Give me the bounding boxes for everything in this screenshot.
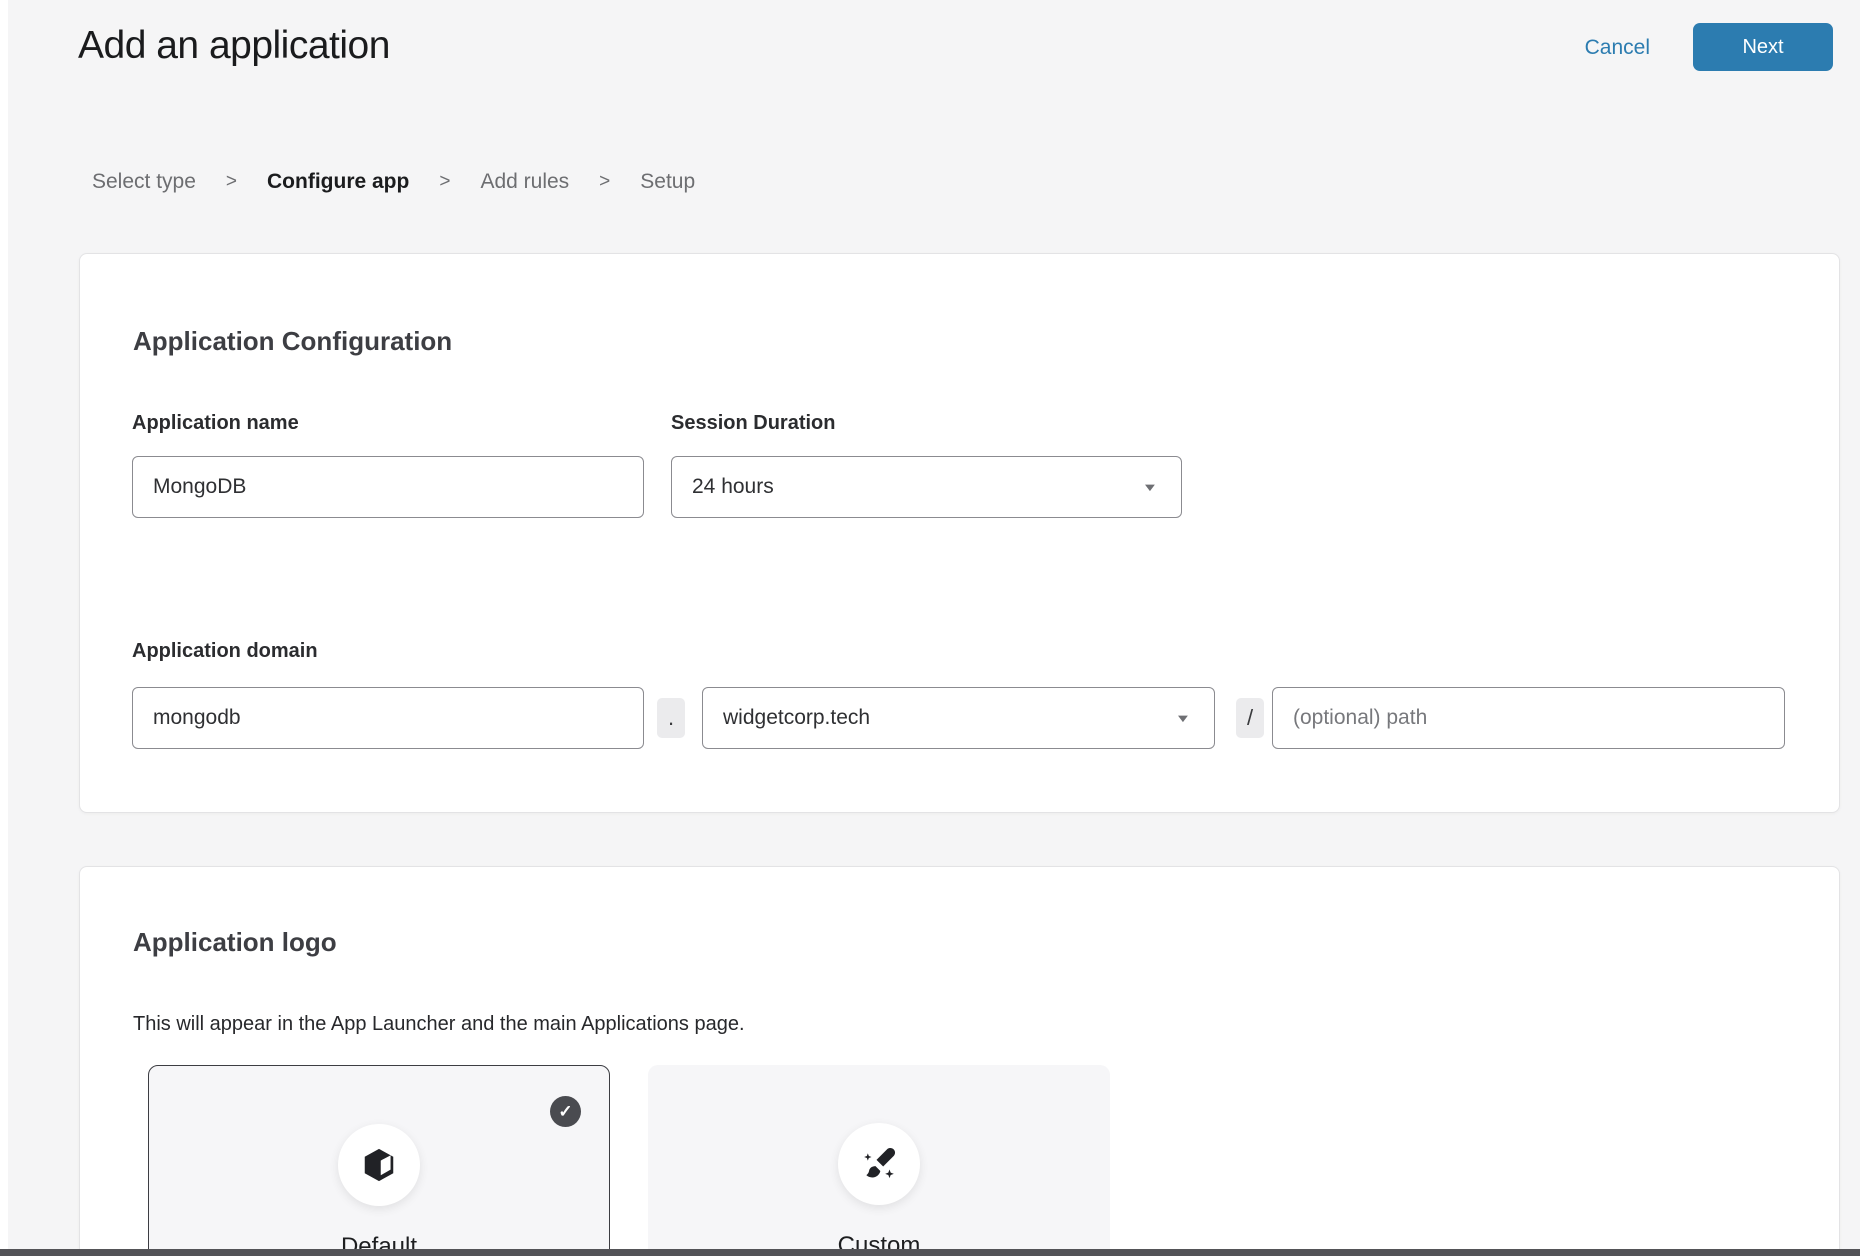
next-button[interactable]: Next bbox=[1693, 23, 1833, 71]
breadcrumb-step-select-type[interactable]: Select type bbox=[92, 170, 196, 194]
custom-logo-circle bbox=[838, 1123, 920, 1205]
chevron-down-icon: ▼ bbox=[1175, 712, 1192, 723]
left-edge-strip bbox=[0, 0, 8, 1256]
dot-separator-chip: . bbox=[657, 698, 685, 738]
breadcrumb-step-setup[interactable]: Setup bbox=[640, 170, 695, 194]
breadcrumb: Select type > Configure app > Add rules … bbox=[92, 170, 695, 194]
logo-option-custom[interactable]: Custom bbox=[648, 1065, 1110, 1256]
selected-check-badge: ✓ bbox=[550, 1096, 581, 1127]
domain-select[interactable]: widgetcorp.tech ▼ bbox=[702, 687, 1215, 749]
cube-icon bbox=[360, 1146, 398, 1184]
path-input[interactable] bbox=[1272, 687, 1785, 749]
application-name-input[interactable] bbox=[132, 456, 644, 518]
application-domain-label: Application domain bbox=[132, 640, 318, 663]
logo-description: This will appear in the App Launcher and… bbox=[133, 1013, 745, 1036]
breadcrumb-separator: > bbox=[439, 171, 450, 193]
breadcrumb-separator: > bbox=[599, 171, 610, 193]
logo-heading: Application logo bbox=[133, 927, 337, 958]
chevron-down-icon: ▼ bbox=[1142, 481, 1159, 492]
session-duration-value: 24 hours bbox=[692, 475, 774, 499]
application-name-label: Application name bbox=[132, 412, 299, 435]
bottom-edge-bar bbox=[0, 1249, 1860, 1256]
slash-separator-chip: / bbox=[1236, 698, 1264, 738]
default-logo-circle bbox=[338, 1124, 420, 1206]
breadcrumb-step-add-rules[interactable]: Add rules bbox=[480, 170, 569, 194]
application-configuration-card: Application Configuration Application na… bbox=[79, 253, 1840, 813]
session-duration-label: Session Duration bbox=[671, 412, 835, 435]
session-duration-select[interactable]: 24 hours ▼ bbox=[671, 456, 1182, 518]
breadcrumb-separator: > bbox=[226, 171, 237, 193]
page-title: Add an application bbox=[78, 24, 390, 68]
application-logo-card: Application logo This will appear in the… bbox=[79, 866, 1840, 1256]
cancel-button[interactable]: Cancel bbox=[1585, 36, 1650, 60]
configuration-heading: Application Configuration bbox=[133, 326, 452, 357]
logo-option-default[interactable]: ✓ Default bbox=[148, 1065, 610, 1256]
paintbrush-icon bbox=[859, 1144, 899, 1184]
domain-value: widgetcorp.tech bbox=[723, 706, 870, 730]
subdomain-input[interactable] bbox=[132, 687, 644, 749]
breadcrumb-step-configure-app[interactable]: Configure app bbox=[267, 170, 409, 194]
check-icon: ✓ bbox=[558, 1102, 572, 1122]
